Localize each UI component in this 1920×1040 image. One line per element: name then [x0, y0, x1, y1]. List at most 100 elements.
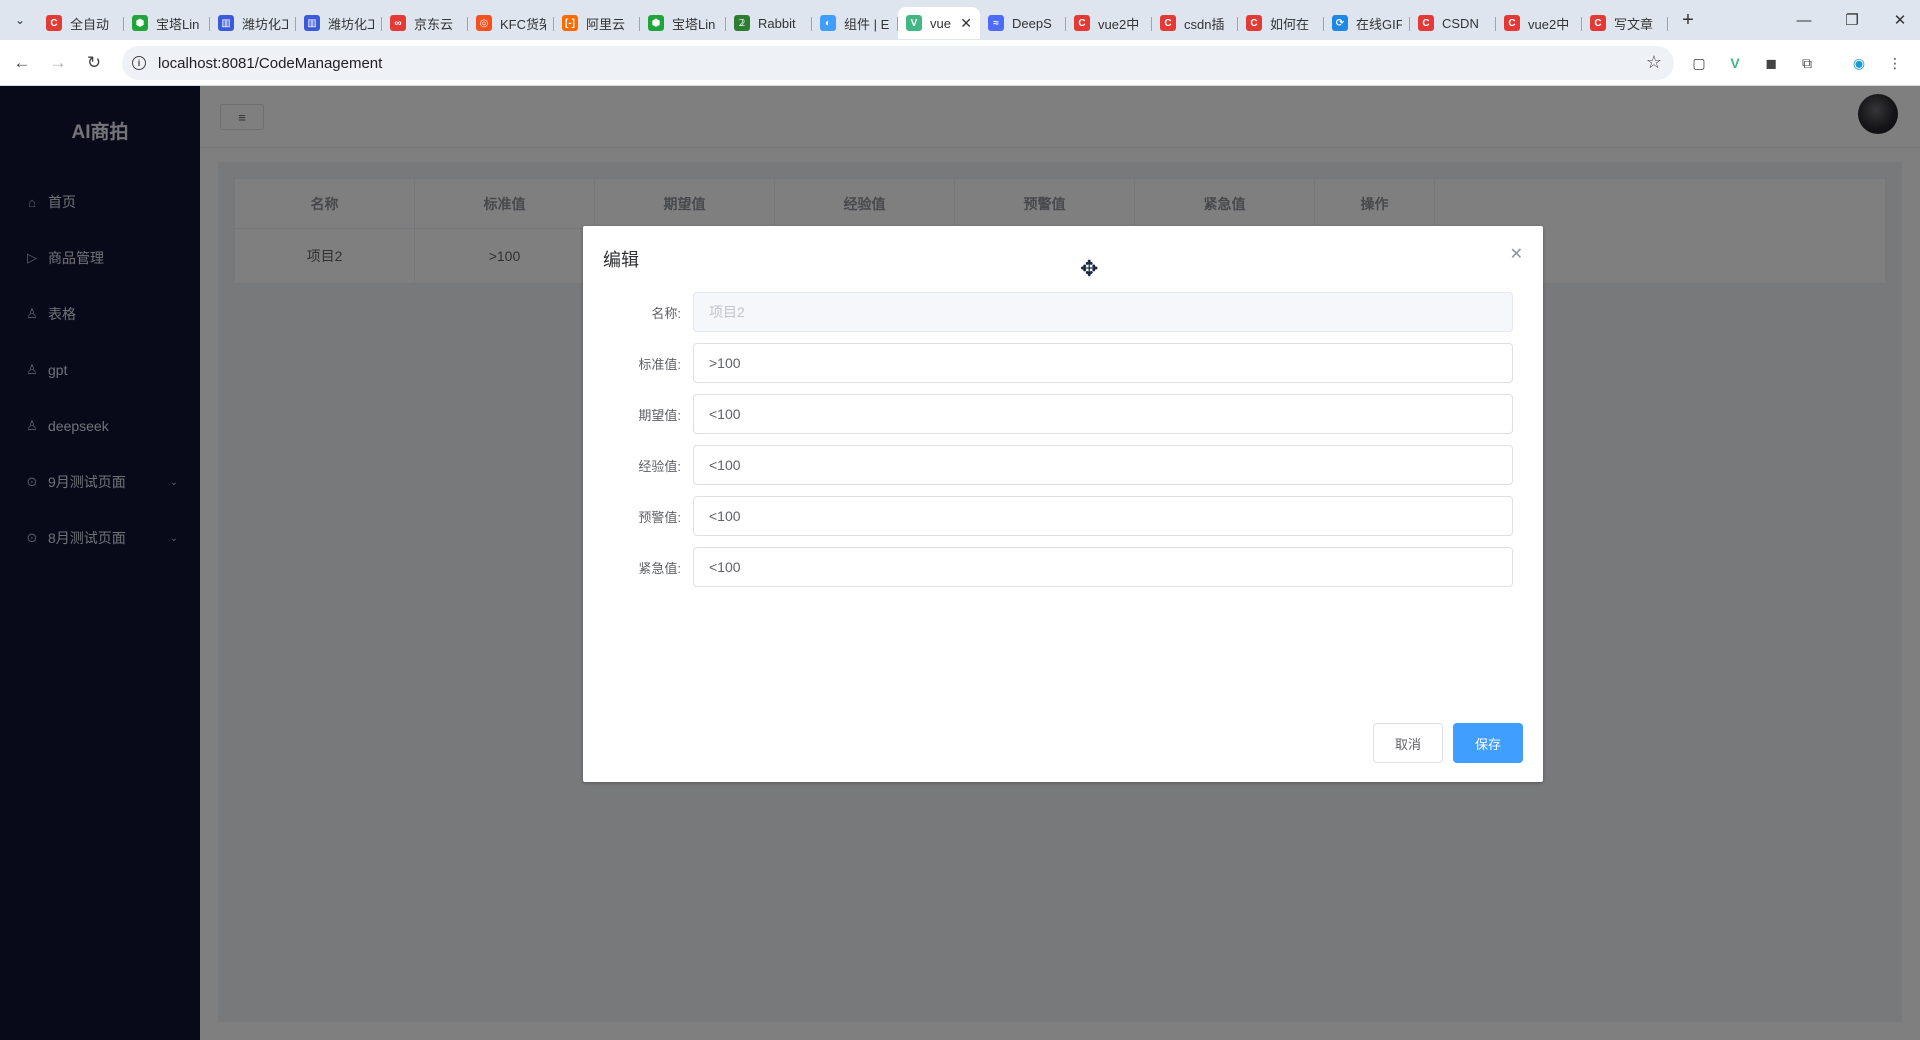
tab-title: 潍坊化工	[328, 16, 374, 32]
browser-tab[interactable]: ⟳ 在线GIF	[1324, 7, 1410, 39]
tab-favicon-icon: C	[1504, 15, 1520, 31]
browser-tab[interactable]: ◎ KFC货架	[468, 7, 554, 39]
browser-tab[interactable]: ◐ 组件 | E	[812, 7, 898, 39]
tab-title: 写文章	[1614, 16, 1654, 32]
form-input[interactable]: <100	[693, 547, 1513, 587]
browser-tab[interactable]: Ccsdn插	[1152, 7, 1238, 39]
tab-title: Rabbit	[758, 15, 796, 31]
form-input[interactable]: <100	[693, 445, 1513, 485]
tab-favicon-icon: 𝟚	[734, 15, 750, 31]
tab-favicon-icon: ◎	[476, 15, 492, 31]
tab-close-icon[interactable]: ✕	[960, 15, 972, 32]
tab-title: 全自动	[70, 16, 110, 32]
tab-title: DeepS	[1012, 15, 1052, 31]
forward-arrow-icon[interactable]: →	[40, 45, 76, 81]
tab-title: vue2中	[1098, 16, 1140, 32]
browser-tab[interactable]: ⬢ 宝塔Lin	[124, 7, 210, 39]
form-row: 名称: 项目2	[603, 292, 1523, 332]
form-input[interactable]: <100	[693, 496, 1513, 536]
tab-favicon-icon: [-]	[562, 15, 578, 31]
save-button[interactable]: 保存	[1453, 723, 1523, 763]
tab-favicon-icon: C	[1074, 15, 1090, 31]
url-text[interactable]: localhost:8081/CodeManagement	[158, 55, 382, 72]
browser-tab[interactable]: C 全自动	[38, 7, 124, 39]
move-cursor-icon: ✥	[1080, 256, 1099, 281]
bookmark-star-icon[interactable]: ☆	[1646, 52, 1662, 73]
form-label: 紧急值:	[638, 560, 681, 576]
extension-screenshot-icon[interactable]: ▢	[1685, 49, 1713, 77]
browser-tab-strip: ⌄ C 全自动 ⬢ 宝塔Lin ▥ 潍坊化工 ▥ 潍坊化工 ∞ 京东云 ◎ KFC货架 [-] 阿里云 ⬢ 宝…	[0, 0, 1920, 40]
browser-tab[interactable]: Cvue2中	[1496, 7, 1582, 39]
browser-tab[interactable]: [-] 阿里云	[554, 7, 640, 39]
browser-tab[interactable]: Vvue ✕	[898, 7, 980, 39]
tab-favicon-icon: ∞	[390, 15, 406, 31]
tab-favicon-icon: V	[906, 15, 922, 31]
form-row: 标准值: >100	[603, 343, 1523, 383]
tab-favicon-icon: ⬢	[648, 15, 664, 31]
tab-favicon-icon: C	[1418, 15, 1434, 31]
tab-title: 宝塔Lin	[156, 16, 200, 32]
tab-title: vue	[930, 15, 951, 31]
tab-list: C 全自动 ⬢ 宝塔Lin ▥ 潍坊化工 ▥ 潍坊化工 ∞ 京东云 ◎ KFC货架 [-] 阿里云 ⬢ 宝塔L…	[38, 1, 1668, 39]
form-row: 紧急值: <100	[603, 547, 1523, 587]
tab-title: 组件 | E	[844, 16, 890, 32]
browser-menu-icon[interactable]: ⋮	[1881, 49, 1909, 77]
form-input: 项目2	[693, 292, 1513, 332]
browser-tab[interactable]: ▥ 潍坊化工	[210, 7, 296, 39]
browser-tab[interactable]: ∞ 京东云	[382, 7, 468, 39]
form-input[interactable]: <100	[693, 394, 1513, 434]
new-tab-plus-icon[interactable]: +	[1674, 6, 1702, 34]
form-label: 经验值:	[638, 458, 681, 474]
tab-title: CSDN	[1442, 15, 1479, 31]
tab-title: 宝塔Lin	[672, 16, 716, 32]
browser-tab[interactable]: ⬢ 宝塔Lin	[640, 7, 726, 39]
tab-favicon-icon: C	[1590, 15, 1606, 31]
browser-tab[interactable]: C 如何在	[1238, 7, 1324, 39]
close-window-icon[interactable]: ✕	[1872, 0, 1920, 40]
browser-tab[interactable]: ▥ 潍坊化工	[296, 7, 382, 39]
tab-favicon-icon: ≈	[988, 15, 1004, 31]
tab-favicon-icon: ▥	[218, 15, 234, 31]
tab-favicon-icon: ▥	[304, 15, 320, 31]
browser-tab[interactable]: ≈ DeepS	[980, 7, 1066, 39]
extension-vue-icon[interactable]: V	[1721, 49, 1749, 77]
tab-title: 如何在	[1270, 16, 1310, 32]
browser-tab[interactable]: C CSDN	[1410, 7, 1496, 39]
tab-favicon-icon: ⟳	[1332, 15, 1348, 31]
extension-game-icon[interactable]: ◼	[1757, 49, 1785, 77]
tab-title: csdn插	[1184, 16, 1225, 32]
tab-search-chevron-icon[interactable]: ⌄	[7, 7, 33, 33]
site-info-icon[interactable]: i	[132, 56, 146, 70]
form-label: 预警值:	[638, 509, 681, 525]
back-arrow-icon[interactable]: ←	[4, 45, 40, 81]
form-row: 经验值: <100	[603, 445, 1523, 485]
cancel-button[interactable]: 取消	[1373, 723, 1443, 763]
tab-title: 京东云	[414, 16, 454, 32]
address-bar[interactable]: i localhost:8081/CodeManagement ☆	[122, 46, 1674, 80]
dialog-close-icon[interactable]: ✕	[1510, 244, 1523, 264]
profile-icon[interactable]: ◉	[1845, 49, 1873, 77]
edit-dialog: 编辑 ✕ ✥ 名称: 项目2 标准值: >100 期望值: <100 经验值: <100 预警值…	[583, 226, 1543, 782]
form-label: 标准值:	[638, 356, 681, 372]
browser-tab[interactable]: C 写文章	[1582, 7, 1668, 39]
form-row: 预警值: <100	[603, 496, 1523, 536]
tab-favicon-icon: ⬢	[132, 15, 148, 31]
browser-tab[interactable]: Cvue2中	[1066, 7, 1152, 39]
form-input[interactable]: >100	[693, 343, 1513, 383]
tab-title: KFC货架	[500, 16, 546, 32]
browser-tab[interactable]: 𝟚 Rabbit	[726, 7, 812, 39]
form-row: 期望值: <100	[603, 394, 1523, 434]
dialog-title: 编辑	[603, 250, 639, 270]
tab-title: vue2中	[1528, 16, 1570, 32]
form-label: 名称:	[651, 305, 681, 321]
tab-favicon-icon: C	[1246, 15, 1262, 31]
tab-favicon-icon: C	[1160, 15, 1176, 31]
form-label: 期望值:	[638, 407, 681, 423]
tab-favicon-icon: C	[46, 15, 62, 31]
tab-title: 阿里云	[586, 16, 626, 32]
browser-toolbar: ← → ↻ i localhost:8081/CodeManagement ☆ …	[0, 40, 1920, 86]
tab-title: 在线GIF	[1356, 16, 1402, 32]
extensions-puzzle-icon[interactable]: ⧉	[1793, 49, 1821, 77]
tab-title: 潍坊化工	[242, 16, 288, 32]
reload-icon[interactable]: ↻	[76, 45, 112, 81]
